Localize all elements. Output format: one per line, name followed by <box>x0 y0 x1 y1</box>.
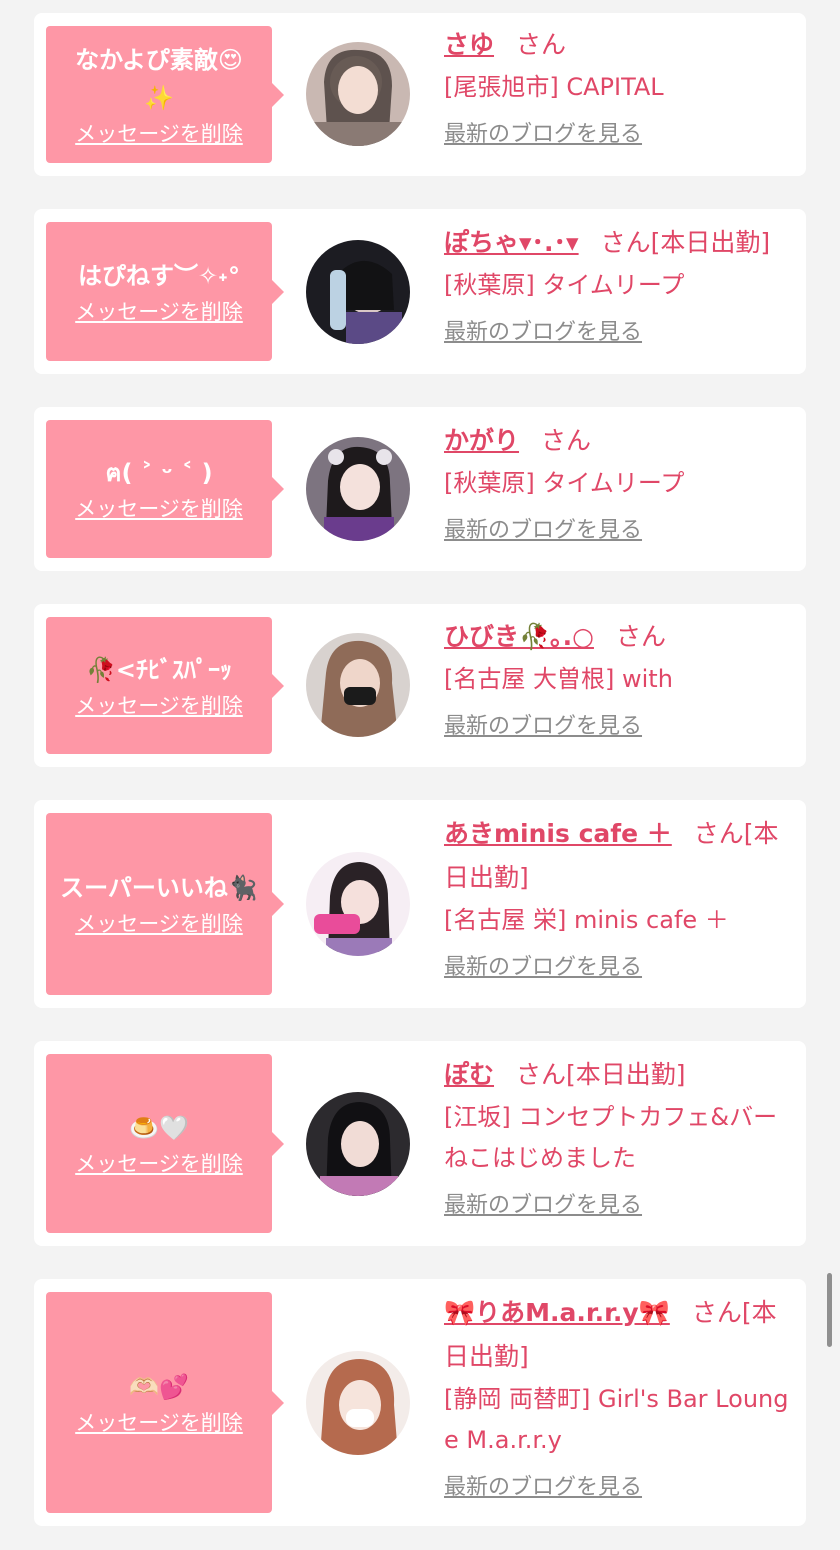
message-card: スーパーいいね🐈‍⬛ メッセージを削除 あきminis cafe ＋さん[本日出… <box>34 800 806 1008</box>
shop-name: [名古屋 大曽根] with <box>444 665 673 693</box>
avatar[interactable] <box>306 1351 410 1455</box>
delete-message-button[interactable]: メッセージを削除 <box>75 297 243 327</box>
avatar[interactable] <box>306 852 410 956</box>
delete-message-button[interactable]: メッセージを削除 <box>75 1149 243 1179</box>
latest-blog-link[interactable]: 最新のブログを見る <box>444 516 642 546</box>
delete-message-button[interactable]: メッセージを削除 <box>75 691 243 721</box>
message-text: 🫶🏻💕 <box>129 1372 189 1401</box>
avatar[interactable] <box>306 42 410 146</box>
avatar[interactable] <box>306 633 410 737</box>
scrollbar[interactable] <box>827 1273 832 1347</box>
message-text: 🥀<ﾁﾋﾞｽﾊﾟｰｯ <box>86 655 232 684</box>
sender-info: さゆ さん [尾張旭市] CAPITAL 最新のブログを見る <box>444 23 794 150</box>
message-card: 🍮🤍 メッセージを削除 ぽむ さん[本日出勤] [江坂] コンセプトカフェ&バー … <box>34 1041 806 1246</box>
message-card: はぴねす︶✧˖° メッセージを削除 ぽちゃ▾･.･▾ さん[本日出勤] [秋葉原]… <box>34 209 806 374</box>
avatar[interactable] <box>306 1092 410 1196</box>
shop-name: [名古屋 栄] minis cafe ＋ <box>444 906 729 934</box>
sender-suffix: さん <box>516 30 567 59</box>
sender-info: 🎀りあM.a.r.r.y🎀 さん[本日出勤] [静岡 両替町] Girl's Ba… <box>444 1291 794 1503</box>
message-card: ฅ( ˃ ᵕ ˂ ) メッセージを削除 かがり さん [秋葉原] タイムリープ 最… <box>34 407 806 571</box>
sender-name-link[interactable]: ぽちゃ▾･.･▾ <box>444 228 579 257</box>
shop-name: [江坂] コンセプトカフェ&バー ねこはじめました <box>444 1103 802 1172</box>
sender-info: かがり さん [秋葉原] タイムリープ 最新のブログを見る <box>444 419 794 546</box>
shop-name: [秋葉原] タイムリープ <box>444 469 685 497</box>
latest-blog-link[interactable]: 最新のブログを見る <box>444 953 642 983</box>
avatar[interactable] <box>306 437 410 541</box>
sender-suffix: さん[本日出勤] <box>516 1060 686 1089</box>
message-text: スーパーいいね🐈‍⬛ <box>60 874 258 902</box>
sender-suffix: さん <box>615 622 666 651</box>
delete-message-button[interactable]: メッセージを削除 <box>75 909 243 939</box>
sender-name-link[interactable]: ひびき🥀｡.○ <box>444 622 594 651</box>
message-bubble: 🫶🏻💕 メッセージを削除 <box>46 1292 284 1513</box>
message-bubble: 🍮🤍 メッセージを削除 <box>46 1054 284 1233</box>
message-bubble: ฅ( ˃ ᵕ ˂ ) メッセージを削除 <box>46 420 284 558</box>
message-card: なかよぴ素敵😍 ✨ メッセージを削除 さゆ さん [尾張旭市] CAPITAL 最… <box>34 13 806 176</box>
message-bubble: はぴねす︶✧˖° メッセージを削除 <box>46 222 284 361</box>
message-card: 🫶🏻💕 メッセージを削除 🎀りあM.a.r.r.y🎀 さん[本日出勤] [静岡 両… <box>34 1279 806 1526</box>
latest-blog-link[interactable]: 最新のブログを見る <box>444 1191 642 1221</box>
message-text: なかよぴ素敵😍 ✨ <box>75 45 243 112</box>
sender-name-link[interactable]: 🎀りあM.a.r.r.y🎀 <box>444 1298 670 1327</box>
sender-suffix: さん[本日出勤] <box>600 228 771 257</box>
delete-message-button[interactable]: メッセージを削除 <box>75 494 243 524</box>
latest-blog-link[interactable]: 最新のブログを見る <box>444 318 642 348</box>
message-text: ฅ( ˃ ᵕ ˂ ) <box>105 459 213 487</box>
message-text: はぴねす︶✧˖° <box>77 261 241 290</box>
avatar[interactable] <box>306 240 410 344</box>
sender-info: ひびき🥀｡.○ さん [名古屋 大曽根] with 最新のブログを見る <box>444 615 794 742</box>
message-bubble: 🥀<ﾁﾋﾞｽﾊﾟｰｯ メッセージを削除 <box>46 617 284 754</box>
delete-message-button[interactable]: メッセージを削除 <box>75 1408 243 1438</box>
shop-name: [静岡 両替町] Girl's Bar Lounge M.a.r.r.y <box>444 1385 789 1454</box>
delete-message-button[interactable]: メッセージを削除 <box>75 119 243 149</box>
sender-info: あきminis cafe ＋さん[本日出勤] [名古屋 栄] minis caf… <box>444 812 794 983</box>
sender-name-link[interactable]: あきminis cafe ＋ <box>444 819 672 848</box>
message-bubble: スーパーいいね🐈‍⬛ メッセージを削除 <box>46 813 284 995</box>
sender-name-link[interactable]: ぽむ <box>444 1060 494 1089</box>
latest-blog-link[interactable]: 最新のブログを見る <box>444 712 642 742</box>
sender-name-link[interactable]: さゆ <box>444 30 494 59</box>
shop-name: [秋葉原] タイムリープ <box>444 271 685 299</box>
shop-name: [尾張旭市] CAPITAL <box>444 73 664 101</box>
latest-blog-link[interactable]: 最新のブログを見る <box>444 120 642 150</box>
message-text: 🍮🤍 <box>129 1113 189 1142</box>
sender-name-link[interactable]: かがり <box>444 426 519 455</box>
message-card: 🥀<ﾁﾋﾞｽﾊﾟｰｯ メッセージを削除 ひびき🥀｡.○ さん [名古屋 大曽根] … <box>34 604 806 767</box>
sender-info: ぽちゃ▾･.･▾ さん[本日出勤] [秋葉原] タイムリープ 最新のブログを見る <box>444 221 794 348</box>
sender-suffix: さん <box>541 426 592 455</box>
sender-info: ぽむ さん[本日出勤] [江坂] コンセプトカフェ&バー ねこはじめました 最新の… <box>444 1053 802 1221</box>
message-bubble: なかよぴ素敵😍 ✨ メッセージを削除 <box>46 26 284 163</box>
latest-blog-link[interactable]: 最新のブログを見る <box>444 1473 642 1503</box>
